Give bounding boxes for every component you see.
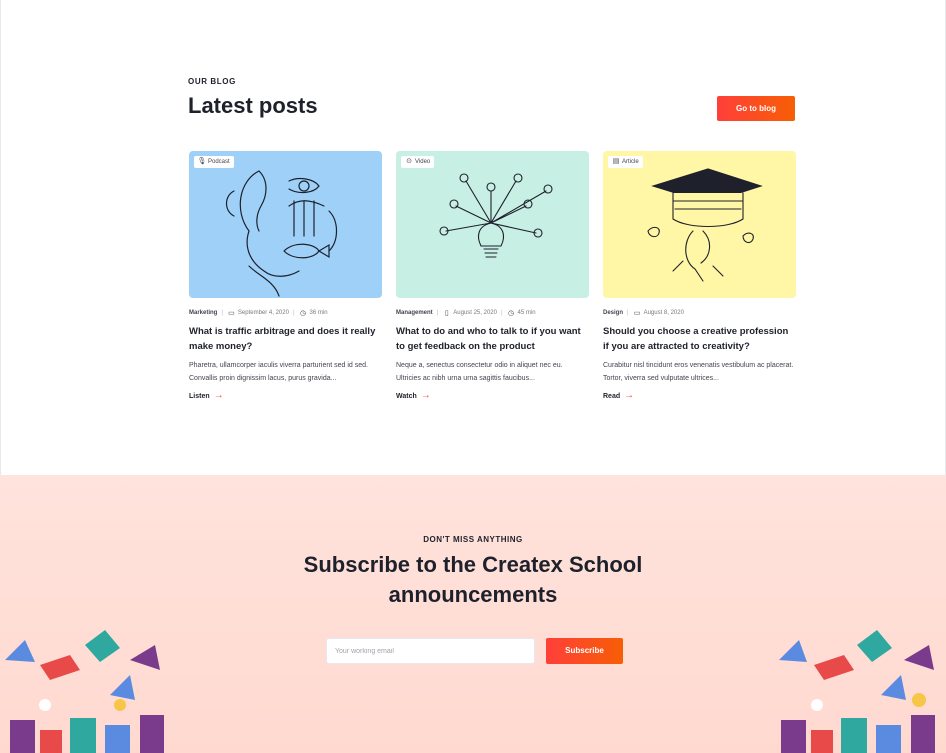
- calendar-icon: ▯: [444, 309, 449, 317]
- post-excerpt: Neque a, senectus consectetur odio in al…: [396, 362, 563, 382]
- microphone-icon: 🎙: [197, 158, 207, 165]
- clock-icon: ◷: [507, 309, 515, 317]
- post-duration: 36 min: [309, 310, 328, 316]
- post-date: September 4, 2020: [237, 310, 289, 316]
- arrow-right-icon[interactable]: →: [214, 391, 224, 401]
- post-meta: Design | ▭ August 8, 2020: [603, 308, 796, 318]
- clock-icon: ◷: [299, 309, 307, 317]
- arrow-right-icon[interactable]: →: [421, 391, 431, 401]
- post-meta: Marketing | ▭ September 4, 2020 | ◷ 36 m…: [189, 308, 382, 318]
- file-icon: ▤: [612, 158, 620, 165]
- meta-divider: |: [627, 310, 629, 316]
- post-type-badge: 🎙 Podcast: [194, 156, 234, 168]
- face-sketch-illustration: [225, 170, 338, 297]
- lightbulb-sketch-illustration: [439, 173, 553, 258]
- post-image-1[interactable]: 🎙 Podcast: [189, 151, 382, 298]
- post-action-label: Listen: [189, 392, 210, 400]
- post-category: Marketing: [189, 310, 218, 316]
- post-excerpt: Pharetra, ullamcorper iaculis viverra pa…: [189, 362, 368, 382]
- subscribe-section: DON'T MISS ANYTHING Subscribe to the Cre…: [0, 475, 946, 753]
- blog-eyebrow: OUR BLOG: [188, 77, 236, 86]
- meta-divider: |: [292, 310, 295, 316]
- post-type-label: Article: [622, 159, 639, 165]
- post-excerpt: Curabitur nisl tincidunt eros venenatis …: [603, 362, 794, 382]
- post-card-2[interactable]: ⊙ Video Management | ▯ August 25, 2020 |…: [396, 151, 589, 401]
- email-field[interactable]: [326, 638, 535, 664]
- post-category: Design: [603, 310, 624, 316]
- post-card-3[interactable]: ▤ Article Design | ▭ August 8, 2020 Shou…: [603, 151, 796, 401]
- post-type-label: Podcast: [208, 159, 230, 165]
- post-duration: 45 min: [517, 310, 536, 316]
- blog-title: Latest posts: [188, 93, 318, 118]
- post-title[interactable]: What to do and who to talk to if you wan…: [396, 324, 589, 354]
- post-action-link[interactable]: Listen →: [189, 391, 382, 401]
- subscribe-eyebrow: DON'T MISS ANYTHING: [423, 535, 523, 544]
- post-title[interactable]: What is traffic arbitrage and does it re…: [189, 324, 382, 354]
- graduation-celebration-illustration-left: [0, 600, 176, 753]
- post-type-label: Video: [415, 159, 431, 165]
- calendar-icon: ▭: [228, 309, 235, 317]
- calendar-icon: ▭: [633, 309, 641, 317]
- post-category: Management: [396, 310, 433, 316]
- post-action-label: Read: [603, 392, 621, 400]
- post-card-1[interactable]: 🎙 Podcast Marketing | ▭ September 4, 202…: [189, 151, 382, 401]
- post-date: August 8, 2020: [643, 310, 684, 316]
- post-meta: Management | ▯ August 25, 2020 | ◷ 45 mi…: [396, 308, 589, 318]
- post-action-link[interactable]: Read →: [603, 391, 796, 401]
- meta-divider: |: [221, 310, 223, 316]
- arrow-right-icon[interactable]: →: [624, 391, 634, 401]
- blog-section: OUR BLOG Latest posts Go to blog 🎙 Podca…: [0, 0, 946, 475]
- post-type-badge: ▤ Article: [608, 156, 643, 168]
- post-image-2[interactable]: ⊙ Video: [396, 151, 589, 298]
- post-action-label: Watch: [396, 392, 417, 400]
- post-title[interactable]: Should you choose a creative profession …: [603, 324, 796, 354]
- meta-divider: |: [436, 310, 439, 316]
- subscribe-title: Subscribe to the Createx School announce…: [303, 552, 643, 607]
- meta-divider: |: [500, 310, 503, 316]
- graduation-celebration-illustration-right: [749, 600, 946, 753]
- post-image-3[interactable]: ▤ Article: [603, 151, 796, 298]
- post-action-link[interactable]: Watch →: [396, 391, 589, 401]
- subscribe-button[interactable]: Subscribe: [546, 638, 623, 664]
- play-icon: ⊙: [406, 158, 412, 165]
- post-type-badge: ⊙ Video: [401, 156, 435, 168]
- go-to-blog-button[interactable]: Go to blog: [717, 96, 795, 121]
- graduation-cap-sketch-illustration: [647, 168, 763, 282]
- post-date: August 25, 2020: [453, 310, 497, 316]
